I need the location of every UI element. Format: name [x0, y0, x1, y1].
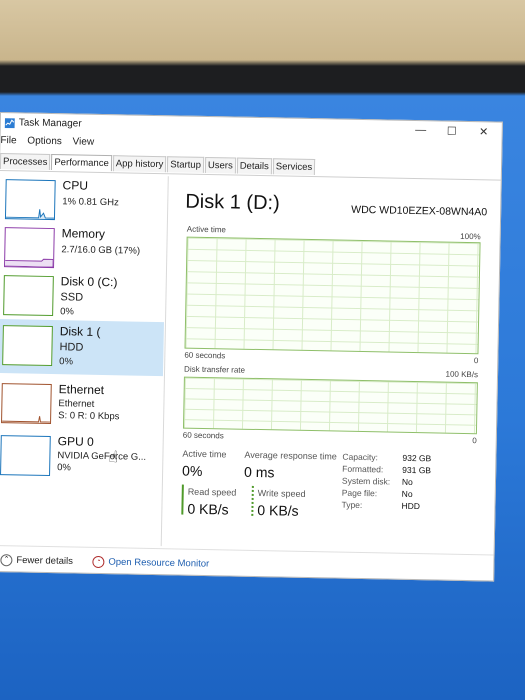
avg-response-label: Average response time: [244, 449, 337, 462]
memory-thumbnail: [4, 227, 55, 269]
property-key: Capacity:: [342, 451, 378, 463]
fewer-details-label: Fewer details: [16, 554, 73, 567]
graph1-span: 60 seconds: [184, 350, 226, 361]
graph2-min: 0: [472, 436, 477, 446]
read-speed-value: 0 KB/s: [187, 500, 229, 518]
sidebar-item-label: Disk 1 (: [59, 324, 101, 339]
cpu-thumbnail: [4, 179, 56, 221]
sidebar-item-detail: 0%: [60, 306, 75, 318]
open-resource-monitor-link[interactable]: ◔ Open Resource Monitor: [92, 555, 210, 570]
menu-bar: File Options View: [0, 135, 102, 148]
sidebar-item-model: NVIDIA GeForce G...: [57, 450, 147, 463]
property-key: Formatted:: [342, 463, 384, 475]
menu-view[interactable]: View: [72, 136, 94, 147]
write-speed-marker: [251, 485, 254, 516]
task-manager-icon: [4, 118, 15, 129]
sidebar-item-gpu[interactable]: GPU 0 NVIDIA GeForce G... 0%: [0, 429, 162, 490]
disk-detail-panel: Disk 1 (D:) WDC WD10EZEX-08WN4A0 Active …: [171, 186, 488, 552]
active-time-label: Active time: [182, 448, 227, 460]
resource-monitor-icon: ◔: [92, 555, 105, 569]
property-value: 931 GB: [402, 464, 432, 476]
sidebar-item-label: Ethernet: [58, 382, 105, 398]
property-value: HDD: [401, 500, 421, 512]
minimize-button[interactable]: —: [414, 124, 428, 136]
sidebar-item-label: Disk 0 (C:): [60, 274, 118, 290]
disk-model: WDC WD10EZEX-08WN4A0: [351, 203, 488, 219]
mouse-cursor-icon: ☝: [108, 449, 119, 467]
graph2-span: 60 seconds: [182, 430, 224, 441]
sidebar-item-detail: 1% 0.81 GHz: [62, 196, 119, 209]
maximize-button[interactable]: ☐: [445, 125, 459, 138]
write-speed-value: 0 KB/s: [257, 502, 299, 519]
write-speed-label: Write speed: [257, 488, 306, 499]
sidebar-item-detail: 0%: [57, 462, 72, 474]
sidebar-item-label: GPU 0: [57, 434, 94, 449]
active-time-value: 0%: [181, 462, 203, 479]
tab-details[interactable]: Details: [236, 157, 272, 175]
tab-performance[interactable]: Performance: [51, 153, 112, 172]
property-value: 932 GB: [402, 452, 432, 464]
property-key: Page file:: [341, 487, 378, 499]
gpu-thumbnail: [0, 435, 51, 477]
sidebar-item-detail: S: 0 R: 0 Kbps: [58, 410, 120, 423]
tab-processes[interactable]: Processes: [0, 153, 51, 170]
transfer-rate-graph: [182, 376, 478, 435]
sidebar-item-label: CPU: [62, 178, 89, 193]
disk1-thumbnail: [2, 325, 53, 367]
active-time-graph: [184, 236, 481, 355]
avg-response-value: 0 ms: [243, 463, 275, 481]
close-button[interactable]: ✕: [477, 125, 491, 138]
sidebar-item-label: Memory: [61, 226, 106, 242]
window-title: Task Manager: [18, 117, 82, 130]
graph2-max: 100 KB/s: [445, 369, 479, 380]
disk-properties: Capacity: 932 GB Formatted: 931 GB System …: [341, 452, 431, 512]
task-manager-window: Task Manager — ☐ ✕ File Options View Pro…: [0, 112, 503, 582]
property-value: No: [401, 476, 413, 487]
sidebar-item-detail: 0%: [59, 356, 74, 368]
resource-monitor-label: Open Resource Monitor: [108, 556, 210, 570]
sidebar-item-detail: 2.7/16.0 GB (17%): [61, 244, 141, 257]
property-value: No: [401, 488, 413, 499]
ethernet-thumbnail: [1, 383, 52, 425]
graph1-label: Active time: [186, 224, 226, 235]
sidebar-item-type: HDD: [59, 341, 84, 354]
read-speed-label: Read speed: [187, 486, 237, 498]
read-speed-marker: [181, 484, 184, 515]
tab-users[interactable]: Users: [204, 156, 236, 174]
sidebar-item-disk-1[interactable]: Disk 1 ( HDD 0%: [0, 318, 164, 377]
chevron-up-icon: ⌃: [0, 554, 13, 567]
menu-options[interactable]: Options: [27, 136, 62, 148]
graph1-max: 100%: [460, 231, 481, 242]
tab-startup[interactable]: Startup: [167, 156, 205, 173]
property-key: System disk:: [341, 475, 391, 487]
menu-file[interactable]: File: [0, 135, 16, 146]
property-key: Type:: [341, 499, 363, 511]
performance-sidebar: CPU 1% 0.81 GHz Memory 2.7/16.0 GB (17%)…: [0, 173, 169, 547]
fewer-details-button[interactable]: ⌃ Fewer details: [0, 554, 73, 567]
disk0-thumbnail: [3, 275, 54, 317]
sidebar-item-type: SSD: [60, 291, 84, 304]
sidebar-item-adapter: Ethernet: [58, 398, 95, 410]
graph1-min: 0: [473, 356, 479, 366]
tab-app-history[interactable]: App history: [112, 155, 167, 173]
tab-services[interactable]: Services: [272, 158, 316, 176]
graph2-label: Disk transfer rate: [184, 364, 246, 375]
page-title: Disk 1 (D:): [185, 190, 280, 215]
